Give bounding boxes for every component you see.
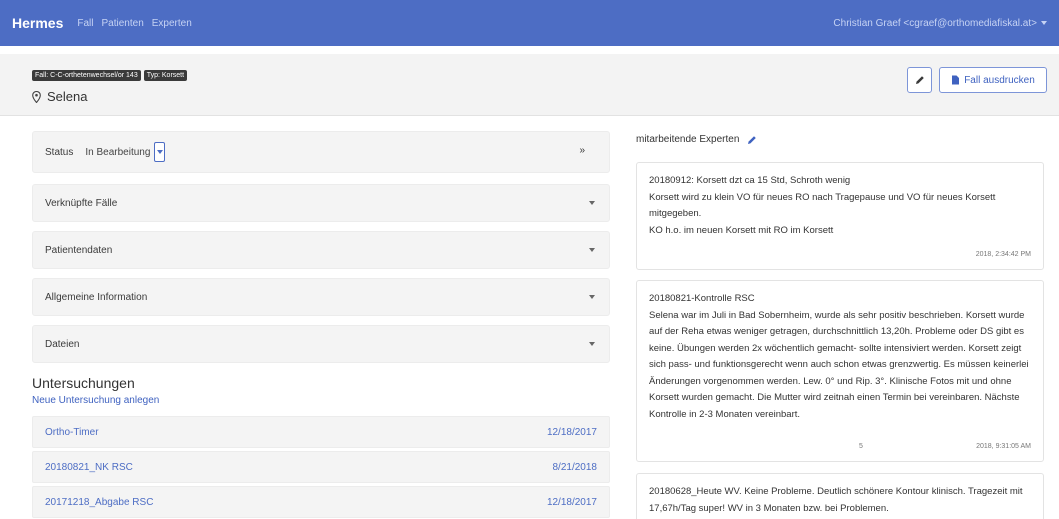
expand-icon[interactable]: » — [579, 145, 585, 156]
nav-link-fall[interactable]: Fall — [77, 18, 93, 29]
note-page-number: 5 — [859, 442, 863, 450]
panel-patient-data[interactable]: Patientendaten — [32, 231, 610, 269]
user-menu-label: Christian Graef <cgraef@orthomediafiskal… — [833, 17, 1037, 29]
new-examination-link[interactable]: Neue Untersuchung anlegen — [32, 395, 159, 406]
note-card: 20180628_Heute WV. Keine Probleme. Deutl… — [636, 473, 1044, 519]
pencil-icon — [915, 76, 924, 84]
chevron-down-icon — [1041, 21, 1047, 25]
panel-general-info-label: Allgemeine Information — [45, 291, 148, 303]
note-text: 20180821-Kontrolle RSC Selena war im Jul… — [649, 293, 1029, 420]
case-type-badge: Typ: Korsett — [143, 70, 188, 81]
exam-row[interactable]: 20171218_Abgabe RSC 12/18/2017 — [32, 486, 610, 518]
experts-header: mitarbeitende Experten — [636, 134, 757, 145]
status-select[interactable]: In Bearbeitung — [85, 147, 150, 158]
chevron-down-icon — [589, 248, 595, 252]
note-card: 20180821-Kontrolle RSC Selena war im Jul… — [636, 280, 1044, 462]
panel-patient-data-label: Patientendaten — [45, 244, 113, 256]
panel-files-label: Dateien — [45, 338, 80, 350]
exam-date: 12/18/2017 — [546, 426, 597, 438]
exam-name[interactable]: Ortho-Timer — [45, 427, 99, 438]
exam-date: 12/18/2017 — [546, 496, 597, 508]
exam-row[interactable]: 20180821_NK RSC 8/21/2018 — [32, 451, 610, 483]
brand-logo[interactable]: Hermes — [12, 15, 63, 31]
print-case-label: Fall ausdrucken — [964, 74, 1035, 86]
exam-date: 8/21/2018 — [552, 461, 598, 473]
chevron-down-icon — [156, 150, 163, 154]
nav-link-experten[interactable]: Experten — [152, 18, 192, 29]
chevron-down-icon — [589, 295, 595, 299]
file-icon — [952, 75, 960, 85]
status-dropdown-toggle[interactable] — [154, 142, 166, 162]
exam-row[interactable]: Ortho-Timer 12/18/2017 — [32, 416, 610, 448]
case-header: Fall: C-C-orthetenwechsel/or 143 Typ: Ko… — [0, 54, 1059, 116]
chevron-down-icon — [589, 201, 595, 205]
panel-files[interactable]: Dateien — [32, 325, 610, 363]
patient-name-line: Selena — [32, 89, 87, 104]
edit-case-button[interactable] — [907, 67, 932, 93]
nav-link-patienten[interactable]: Patienten — [102, 18, 144, 29]
note-text: 20180628_Heute WV. Keine Probleme. Deutl… — [649, 486, 1023, 514]
status-label: Status — [45, 146, 74, 158]
note-card: 20180912: Korsett dzt ca 15 Std, Schroth… — [636, 162, 1044, 270]
exam-name[interactable]: 20180821_NK RSC — [45, 462, 133, 473]
top-navbar: Hermes Fall Patienten Experten Christian… — [0, 0, 1059, 46]
examinations-title: Untersuchungen — [32, 375, 135, 391]
case-badges: Fall: C-C-orthetenwechsel/or 143 Typ: Ko… — [32, 70, 188, 81]
panel-linked-cases-label: Verknüpfte Fälle — [45, 197, 118, 209]
chevron-down-icon — [589, 342, 595, 346]
pencil-icon[interactable] — [747, 135, 757, 145]
note-timestamp: 2018, 9:31:05 AM — [976, 442, 1031, 450]
note-timestamp: 2018, 2:34:42 PM — [975, 250, 1031, 258]
case-id-badge: Fall: C-C-orthetenwechsel/or 143 — [32, 70, 141, 81]
user-menu[interactable]: Christian Graef <cgraef@orthomediafiskal… — [833, 18, 1047, 29]
print-case-button[interactable]: Fall ausdrucken — [939, 67, 1047, 93]
panel-general-info[interactable]: Allgemeine Information — [32, 278, 610, 316]
note-text: 20180912: Korsett dzt ca 15 Std, Schroth… — [649, 175, 996, 236]
patient-name: Selena — [47, 89, 88, 104]
status-panel: Status In Bearbeitung » — [32, 131, 610, 173]
exam-name[interactable]: 20171218_Abgabe RSC — [45, 497, 153, 508]
map-pin-icon — [32, 90, 41, 103]
experts-label: mitarbeitende Experten — [636, 134, 740, 145]
panel-linked-cases[interactable]: Verknüpfte Fälle — [32, 184, 610, 222]
